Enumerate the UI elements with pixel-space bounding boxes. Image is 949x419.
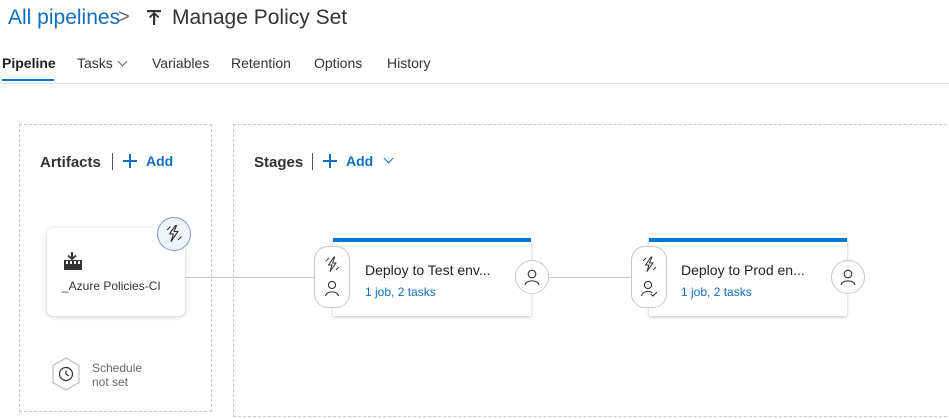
pre-deployment-conditions-prod[interactable] — [631, 246, 667, 308]
active-tab-indicator — [2, 79, 54, 81]
schedule-line-1: Schedule — [92, 361, 143, 375]
stage-tasks-link[interactable]: 1 job, 2 tasks — [681, 285, 752, 299]
tab-retention[interactable]: Retention — [231, 55, 291, 71]
breadcrumb-all-pipelines[interactable]: All pipelines — [8, 6, 120, 30]
plus-icon — [123, 154, 137, 168]
connector-artifact-to-test — [185, 277, 315, 278]
plus-icon — [323, 154, 337, 168]
add-artifact-button[interactable]: Add — [123, 153, 173, 169]
clock-icon — [52, 357, 80, 391]
tab-pipeline[interactable]: Pipeline — [2, 55, 56, 71]
chevron-down-icon — [383, 153, 394, 163]
person-icon — [524, 269, 540, 286]
person-icon — [324, 280, 340, 297]
tab-history[interactable]: History — [387, 55, 431, 71]
person-icon — [840, 269, 856, 286]
chevron-down-icon — [117, 56, 128, 67]
artifacts-divider — [112, 153, 113, 170]
continuous-deployment-trigger-button[interactable] — [157, 217, 191, 251]
post-deployment-approvals-test[interactable] — [515, 260, 549, 294]
add-stage-label: Add — [346, 153, 374, 169]
stages-title: Stages — [254, 154, 304, 171]
release-pipeline-icon — [146, 9, 162, 27]
add-stage-button[interactable]: Add — [323, 153, 394, 169]
add-artifact-label: Add — [146, 153, 174, 169]
build-artifact-icon — [63, 251, 83, 271]
artifact-name: _Azure Policies-CI — [62, 279, 161, 293]
stage-name[interactable]: Deploy to Test env... — [365, 262, 491, 278]
stages-divider — [312, 153, 313, 170]
page-title: Manage Policy Set — [172, 6, 348, 29]
schedule-line-2: not set — [92, 375, 129, 389]
stage-accent-bar — [649, 238, 847, 242]
lightning-icon — [166, 224, 182, 243]
person-check-icon — [640, 280, 658, 297]
artifacts-title: Artifacts — [40, 154, 101, 171]
stage-card-prod[interactable]: Deploy to Prod en... 1 job, 2 tasks — [649, 238, 847, 316]
tabs-divider — [0, 83, 949, 84]
lightning-icon — [325, 256, 340, 272]
breadcrumb-separator: > — [118, 6, 130, 28]
schedule-button[interactable] — [50, 356, 82, 392]
stage-name[interactable]: Deploy to Prod en... — [681, 262, 805, 278]
tab-variables[interactable]: Variables — [152, 55, 209, 71]
stage-card-test[interactable]: Deploy to Test env... 1 job, 2 tasks — [333, 238, 531, 316]
lightning-icon — [642, 256, 657, 272]
stage-tasks-link[interactable]: 1 job, 2 tasks — [365, 285, 436, 299]
tab-tasks[interactable]: Tasks — [77, 55, 128, 71]
schedule-status[interactable]: Schedule not set — [92, 361, 162, 389]
tab-options[interactable]: Options — [314, 55, 362, 71]
tab-tasks-label: Tasks — [77, 55, 113, 71]
connector-test-to-prod — [549, 277, 631, 278]
post-deployment-approvals-prod[interactable] — [831, 260, 865, 294]
stage-accent-bar — [333, 238, 531, 242]
pre-deployment-conditions-test[interactable] — [314, 246, 350, 308]
